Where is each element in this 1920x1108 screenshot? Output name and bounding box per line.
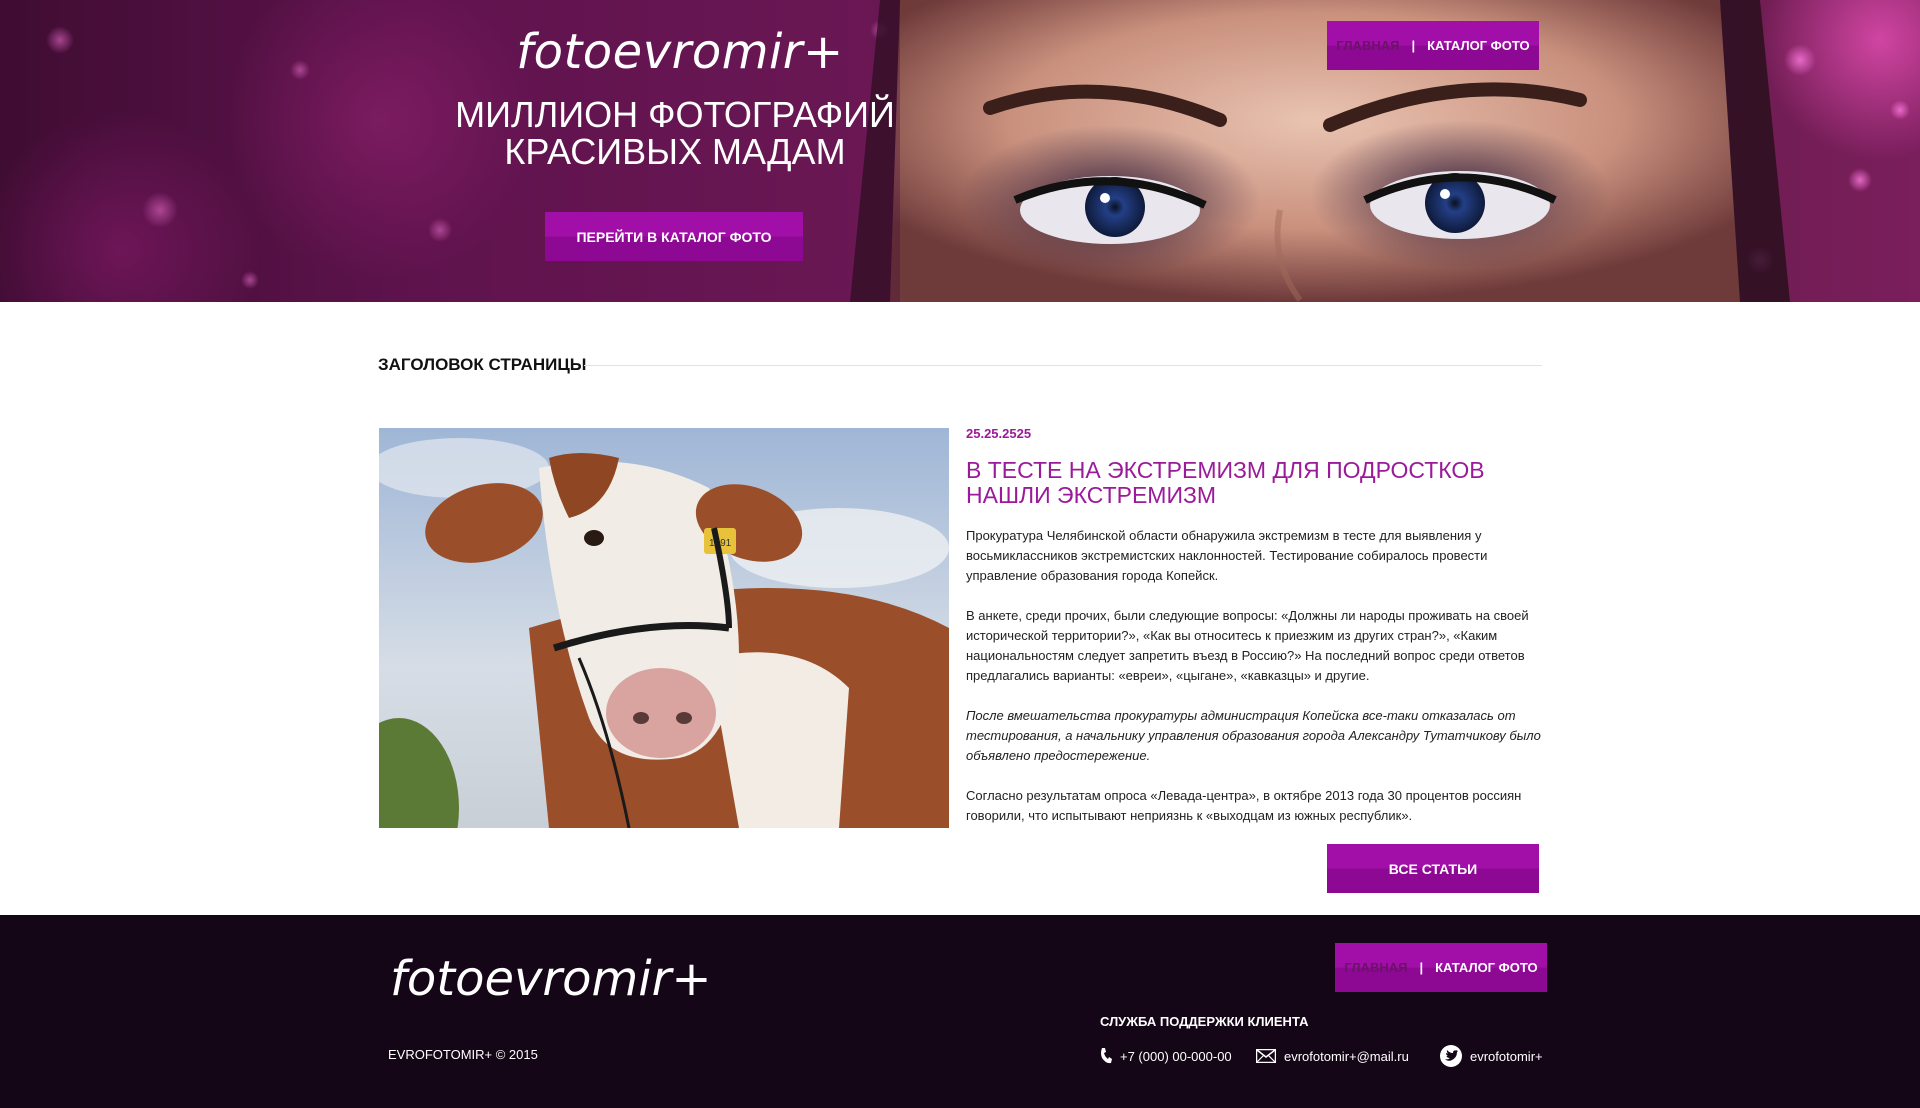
article-paragraph: Прокуратура Челябинской области обнаружи…	[966, 528, 1488, 583]
hero-title: МИЛЛИОН ФОТОГРАФИЙ КРАСИВЫХ МАДАМ	[420, 96, 930, 170]
twitter-handle: evrofotomir+	[1470, 1048, 1543, 1064]
nav-home-link[interactable]: ГЛАВНАЯ	[1336, 38, 1399, 53]
all-articles-button[interactable]: ВСЕ СТАТЬИ	[1327, 844, 1539, 893]
article-image[interactable]: 1691	[379, 428, 949, 828]
footer-nav-home-link[interactable]: ГЛАВНАЯ	[1344, 960, 1407, 975]
contact-phone[interactable]: +7 (000) 00-000-00	[1100, 1045, 1232, 1067]
phone-number: +7 (000) 00-000-00	[1120, 1048, 1232, 1064]
hero-logo[interactable]: fotoevromir+	[480, 24, 880, 80]
phone-icon	[1100, 1047, 1112, 1065]
contact-twitter[interactable]: evrofotomir+	[1440, 1045, 1543, 1067]
support-title: СЛУЖБА ПОДДЕРЖКИ КЛИЕНТА	[1100, 1014, 1309, 1029]
twitter-icon	[1440, 1045, 1462, 1067]
article-body: Прокуратура Челябинской области обнаружи…	[966, 526, 1542, 846]
article-title-line2: НАШЛИ ЭКСТРЕМИЗМ	[966, 482, 1217, 508]
hero-title-line1: МИЛЛИОН ФОТОГРАФИЙ	[455, 94, 895, 135]
nav-separator: |	[1411, 38, 1416, 53]
footer-logo[interactable]: fotoevromir+	[390, 951, 712, 1007]
nav-catalog-link[interactable]: КАТАЛОГ ФОТО	[1427, 38, 1530, 53]
contact-email[interactable]: evrofotomir+@mail.ru	[1256, 1045, 1409, 1067]
heading-divider	[584, 365, 1542, 366]
email-address: evrofotomir+@mail.ru	[1284, 1048, 1409, 1064]
article-title-line1: В ТЕСТЕ НА ЭКСТРЕМИЗМ ДЛЯ ПОДРОСТКОВ	[966, 457, 1485, 483]
go-to-catalog-button[interactable]: ПЕРЕЙТИ В КАТАЛОГ ФОТО	[545, 212, 803, 261]
article-paragraph-italic: После вмешательства прокуратуры админист…	[966, 708, 1541, 763]
footer: fotoevromir+ ГЛАВНАЯ | КАТАЛОГ ФОТО EVRO…	[0, 915, 1920, 1108]
article-paragraph: Согласно результатам опроса «Левада-цент…	[966, 788, 1522, 823]
article-paragraph: В анкете, среди прочих, были следующие в…	[966, 608, 1529, 683]
footer-nav-catalog-link[interactable]: КАТАЛОГ ФОТО	[1435, 960, 1538, 975]
footer-nav-separator: |	[1419, 960, 1424, 975]
hero-title-line2: КРАСИВЫХ МАДАМ	[504, 131, 846, 172]
article-date: 25.25.2525	[966, 426, 1032, 441]
top-nav: ГЛАВНАЯ | КАТАЛОГ ФОТО	[1327, 21, 1539, 70]
article-title[interactable]: В ТЕСТЕ НА ЭКСТРЕМИЗМ ДЛЯ ПОДРОСТКОВ НАШ…	[966, 458, 1526, 508]
hero-background-art	[0, 0, 1910, 302]
hero-banner: fotoevromir+ МИЛЛИОН ФОТОГРАФИЙ КРАСИВЫХ…	[0, 0, 1920, 302]
mail-icon	[1256, 1049, 1276, 1063]
footer-nav: ГЛАВНАЯ | КАТАЛОГ ФОТО	[1335, 943, 1547, 992]
page-title: ЗАГОЛОВОК СТРАНИЦЫ	[378, 355, 587, 374]
copyright-text: EVROFOTOMIR+ © 2015	[388, 1047, 538, 1062]
